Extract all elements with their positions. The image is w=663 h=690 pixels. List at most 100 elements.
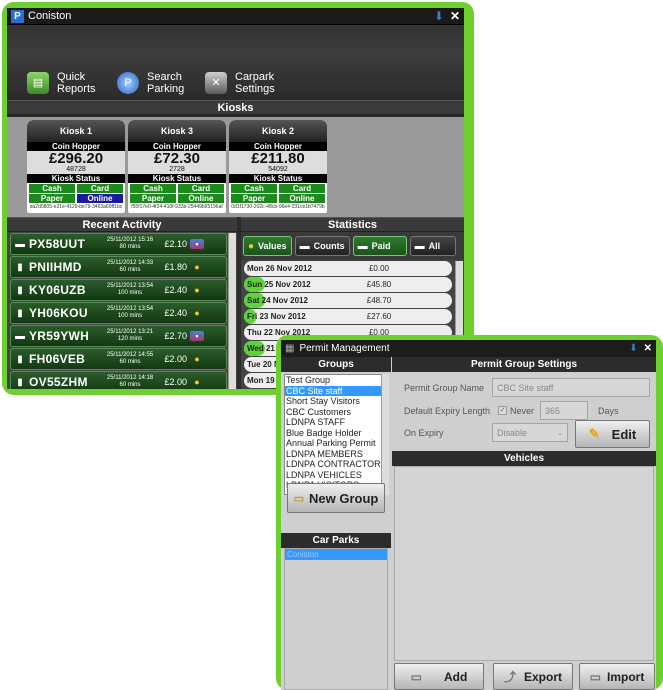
plate-number: YR59YWH [29,329,90,343]
online-status: Online [279,194,325,203]
car-icon: ▬ [357,240,368,252]
kiosk-guid: 0d1f1730-202c-48cb-96e4-231ce1b7479b [231,204,325,210]
plate-number: PNIIHMD [29,260,82,274]
card-status: Card [279,184,325,193]
card-payment-icon: ▪ [190,331,204,341]
new-group-button[interactable]: ▭ New Group [287,483,385,513]
main-toolbar: ▤ Quick Reports P Search Parking ✕ Carpark… [7,25,464,100]
group-item[interactable]: Short Stay Visitors [285,396,388,407]
days-stepper[interactable]: 365 [540,401,588,420]
vehicles-header: Vehicles [392,451,656,466]
new-group-icon: ▭ [293,492,305,505]
values-button[interactable]: ● Values [243,236,292,256]
group-item[interactable]: LDNPA CONTRACTOR [285,459,388,470]
activity-list: ▬ PX58UUT 25/11/2012 15:16 80 mins £2.10 ▪ ▮ PN… [7,233,237,389]
stat-value: £27.60 [366,312,392,321]
search-icon: P [117,72,139,94]
add-label: Add [444,669,468,684]
new-group-label: New Group [309,490,379,506]
activity-scrollbar[interactable] [228,233,236,389]
stat-day: Sun 25 Nov 2012 [247,280,311,289]
stat-day: Sat 24 Nov 2012 [247,296,308,305]
chevron-down-icon: ⌄ [557,429,563,437]
group-item[interactable]: LDNPA VEHICLES [285,470,388,481]
activity-row[interactable]: ▬ PX58UUT 25/11/2012 15:16 80 mins £2.10 ▪ [10,233,227,255]
vehicles-list[interactable] [394,466,654,661]
statistics-row[interactable]: Fri 23 Nov 2012 £27.60 [244,309,452,324]
counts-label: Counts [313,241,345,251]
activity-duration: 60 mins [119,382,141,388]
activity-price: £2.40 [164,285,187,295]
paper-status: Paper [130,194,176,203]
never-checkbox[interactable]: ✓ Never [498,401,534,420]
kiosk-name: Kiosk 2 [229,120,327,142]
kiosk-card[interactable]: Kiosk 3 Coin Hopper £72.30 2728 Kiosk St… [128,120,226,213]
activity-row[interactable]: ▮ PNIIHMD 25/11/2012 14:33 60 mins £1.80 ● [10,256,227,278]
permit-title-bar: ▦ Permit Management ⬇ ✕ [281,340,656,357]
groups-header: Groups [281,357,391,372]
activity-row[interactable]: ▮ FH06VEB 25/11/2012 14:55 60 mins £2.00 ● [10,348,227,370]
car-parks-list[interactable]: Coniston [284,548,388,690]
groups-list[interactable]: Test Group CBC Site staff Short Stay Visit… [284,374,389,495]
permit-app-icon: ▦ [285,343,295,354]
car-parks-header: Car Parks [281,533,391,548]
tool-label: Search [147,71,182,83]
group-item[interactable]: CBC Customers [285,407,388,418]
group-item[interactable]: Blue Badge Holder [285,428,388,439]
statistics-row[interactable]: Sat 24 Nov 2012 £48.70 [244,293,452,308]
kiosk-status-label: Kiosk Status [128,174,226,183]
cash-status: Cash [29,184,75,193]
statistics-row[interactable]: Mon 26 Nov 2012 £0.00 [244,261,452,276]
quick-reports-button[interactable]: ▤ Quick Reports [27,71,96,95]
import-button[interactable]: ▭ Import [579,663,655,690]
all-button[interactable]: ▬ All [409,236,456,256]
permit-window: ▦ Permit Management ⬇ ✕ Groups Test Grou… [281,340,656,690]
online-status: Online [77,194,123,203]
groups-scrollbar[interactable] [381,374,389,495]
paid-button[interactable]: ▬ Paid [352,236,407,256]
close-icon[interactable]: ✕ [450,9,460,23]
tool-label: Reports [57,83,96,95]
counts-button[interactable]: ▬ Counts [294,236,350,256]
download-icon[interactable]: ⬇ [434,9,444,23]
statistics-row[interactable]: Sun 25 Nov 2012 £45.80 [244,277,452,292]
kiosk-card[interactable]: Kiosk 1 Coin Hopper £296.20 48728 Kiosk … [27,120,125,213]
stat-value: £48.70 [366,296,392,305]
card-payment-icon: ▪ [190,239,204,249]
activity-duration: 60 mins [119,267,141,273]
add-button[interactable]: ▭ Add [394,663,484,690]
activity-price: £2.00 [164,377,187,387]
card-status: Card [77,184,123,193]
coin-payment-icon: ● [194,377,200,387]
group-name-input[interactable]: CBC Site staff [492,378,650,397]
download-icon[interactable]: ⬇ [629,343,637,354]
car-icon: ▬ [414,240,425,252]
group-item[interactable]: LDNPA STAFF [285,417,388,428]
activity-row[interactable]: ▮ YH06KOU 25/11/2012 13:54 100 mins £2.40 ● [10,302,227,324]
group-item[interactable]: CBC Site staff [285,385,388,396]
activity-row[interactable]: ▮ OV55ZHM 25/11/2012 14:18 60 mins £2.00 ● [10,371,227,389]
export-button[interactable]: ⤴ Export [493,663,573,690]
edit-button[interactable]: ✎ Edit [575,420,650,448]
activity-row[interactable]: ▮ KY06UZB 25/11/2012 13:54 100 mins £2.40 ● [10,279,227,301]
kiosk-count: 48728 [27,166,125,174]
search-parking-button[interactable]: P Search Parking [117,71,184,95]
on-expiry-select[interactable]: Disable ⌄ [492,423,568,442]
car-park-item[interactable]: Coniston [285,549,387,560]
group-item[interactable]: Test Group [285,375,388,386]
days-label: Days [598,405,619,416]
permit-group-settings-header: Permit Group Settings [392,357,656,372]
tool-label: Settings [235,83,275,95]
activity-date: 25/11/2012 15:16 [106,237,154,243]
ticket-icon: ▮ [17,353,23,365]
group-item[interactable]: LDNPA MEMBERS [285,449,388,460]
kiosk-status-label: Kiosk Status [229,174,327,183]
group-item[interactable]: Annual Parking Permit [285,438,388,449]
main-window: P Coniston ⬇ ✕ ▤ Quick Reports P Search Pa… [7,8,464,389]
close-icon[interactable]: ✕ [644,343,652,354]
kiosk-card[interactable]: Kiosk 2 Coin Hopper £211.80 54092 Kiosk … [229,120,327,213]
permit-window-title: Permit Management [299,343,390,354]
activity-row[interactable]: ▬ YR59YWH 25/11/2012 13:21 120 mins £2.70 ▪ [10,325,227,347]
carpark-settings-button[interactable]: ✕ Carpark Settings [205,71,275,95]
activity-date: 25/11/2012 14:18 [106,375,154,381]
